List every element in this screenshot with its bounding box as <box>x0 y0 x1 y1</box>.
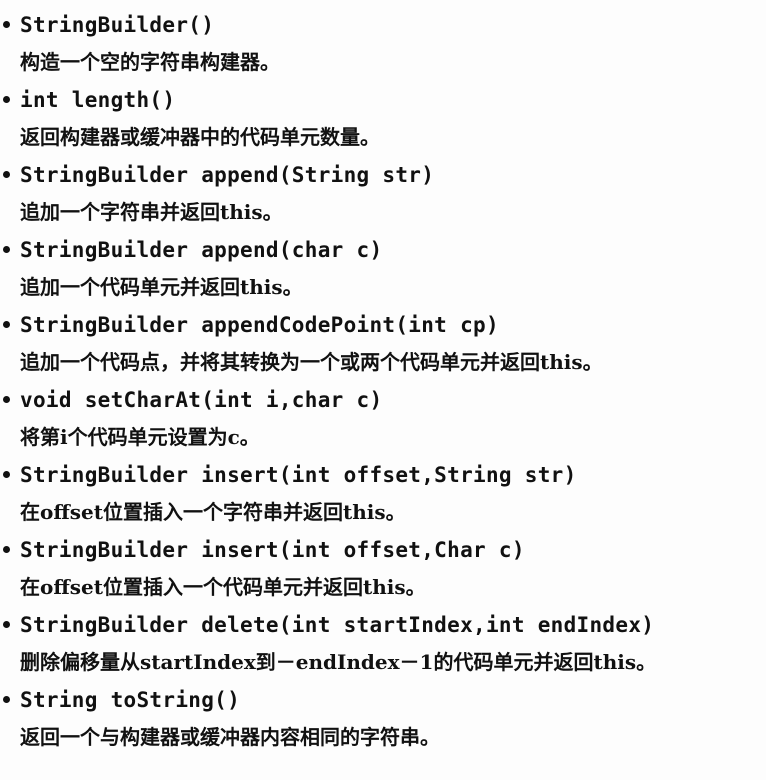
method-signature: StringBuilder append(String str) <box>20 163 435 187</box>
bullet-icon <box>3 171 10 178</box>
bullet-icon <box>3 21 10 28</box>
method-signature-line: StringBuilder appendCodePoint(int cp) <box>0 306 766 344</box>
method-signature-line: StringBuilder append(String str) <box>0 156 766 194</box>
bullet-icon <box>3 621 10 628</box>
bullet-icon <box>3 546 10 553</box>
method-entry-set-char-at: void setCharAt(int i,char c) 将第i个代码单元设置为… <box>0 381 766 456</box>
method-signature-line: StringBuilder() <box>0 6 766 44</box>
method-description: 追加一个代码点，并将其转换为一个或两个代码单元并返回this。 <box>20 350 603 374</box>
bullet-icon <box>3 321 10 328</box>
method-entry-append-code-point: StringBuilder appendCodePoint(int cp) 追加… <box>0 306 766 381</box>
bullet-icon <box>3 696 10 703</box>
method-signature-line: StringBuilder delete(int startIndex,int … <box>0 606 766 644</box>
method-description: 返回一个与构建器或缓冲器内容相同的字符串。 <box>20 725 440 749</box>
method-description: 删除偏移量从startIndex到－endIndex－1的代码单元并返回this… <box>20 650 657 674</box>
method-description: 在offset位置插入一个字符串并返回this。 <box>20 500 406 524</box>
method-entry-insert-string: StringBuilder insert(int offset,String s… <box>0 456 766 531</box>
method-signature: StringBuilder() <box>20 13 215 37</box>
method-entry-length: int length() 返回构建器或缓冲器中的代码单元数量。 <box>0 81 766 156</box>
method-signature: StringBuilder append(char c) <box>20 238 383 262</box>
bullet-icon <box>3 396 10 403</box>
method-description: 在offset位置插入一个代码单元并返回this。 <box>20 575 426 599</box>
method-description: 将第i个代码单元设置为c。 <box>20 425 260 449</box>
method-signature: int length() <box>20 88 176 112</box>
method-signature: StringBuilder insert(int offset,Char c) <box>20 538 525 562</box>
method-entry-delete: StringBuilder delete(int startIndex,int … <box>0 606 766 681</box>
method-signature: String toString() <box>20 688 241 712</box>
method-description: 追加一个字符串并返回this。 <box>20 200 283 224</box>
method-entry-to-string: String toString() 返回一个与构建器或缓冲器内容相同的字符串。 <box>0 681 766 756</box>
method-signature: StringBuilder insert(int offset,String s… <box>20 463 577 487</box>
method-signature-line: StringBuilder append(char c) <box>0 231 766 269</box>
method-signature-line: StringBuilder insert(int offset,String s… <box>0 456 766 494</box>
document-page: StringBuilder() 构造一个空的字符串构建器。 int length… <box>0 0 766 780</box>
method-entry-append-char: StringBuilder append(char c) 追加一个代码单元并返回… <box>0 231 766 306</box>
method-signature: StringBuilder appendCodePoint(int cp) <box>20 313 499 337</box>
method-entry-insert-char: StringBuilder insert(int offset,Char c) … <box>0 531 766 606</box>
method-description: 追加一个代码单元并返回this。 <box>20 275 303 299</box>
method-signature: StringBuilder delete(int startIndex,int … <box>20 613 655 637</box>
method-signature-line: String toString() <box>0 681 766 719</box>
method-description: 构造一个空的字符串构建器。 <box>20 50 280 74</box>
method-list: StringBuilder() 构造一个空的字符串构建器。 int length… <box>0 0 766 756</box>
method-signature-line: int length() <box>0 81 766 119</box>
bullet-icon <box>3 246 10 253</box>
method-signature-line: void setCharAt(int i,char c) <box>0 381 766 419</box>
method-entry-append-string: StringBuilder append(String str) 追加一个字符串… <box>0 156 766 231</box>
method-description: 返回构建器或缓冲器中的代码单元数量。 <box>20 125 380 149</box>
bullet-icon <box>3 96 10 103</box>
method-signature: void setCharAt(int i,char c) <box>20 388 383 412</box>
method-signature-line: StringBuilder insert(int offset,Char c) <box>0 531 766 569</box>
method-entry-stringbuilder-constructor: StringBuilder() 构造一个空的字符串构建器。 <box>0 6 766 81</box>
bullet-icon <box>3 471 10 478</box>
